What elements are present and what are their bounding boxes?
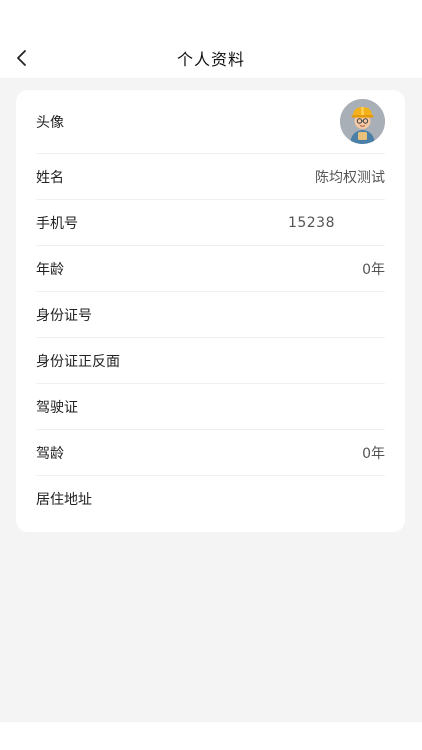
driver-license-label: 驾驶证: [36, 399, 78, 416]
nav-bar: 个人资料: [0, 0, 422, 78]
worker-avatar-icon: [340, 99, 385, 144]
address-label: 居住地址: [36, 492, 92, 508]
age-value: 0年: [362, 261, 385, 278]
age-label: 年龄: [36, 261, 64, 278]
profile-card: 头像 姓名 陈均权测试 手机号 15238 年龄 0年 身份证号 身份证正反面 …: [16, 90, 405, 532]
name-value: 陈均权测试: [315, 169, 385, 186]
phone-value: 15238: [287, 214, 335, 231]
address-row[interactable]: 居住地址: [36, 476, 385, 522]
driving-years-label: 驾龄: [36, 445, 64, 462]
id-card-photos-label: 身份证正反面: [36, 353, 120, 370]
driving-years-row[interactable]: 驾龄 0年: [36, 430, 385, 476]
phone-row[interactable]: 手机号 15238: [36, 200, 385, 246]
phone-label: 手机号: [36, 215, 78, 232]
driving-years-value: 0年: [362, 445, 385, 462]
age-row[interactable]: 年龄 0年: [36, 246, 385, 292]
profile-page: 个人资料 头像 姓名 陈均权测试 手机号 15238 年龄 0年 身份证号 身份…: [0, 0, 422, 750]
avatar-label: 头像: [36, 114, 64, 131]
id-number-label: 身份证号: [36, 307, 92, 324]
avatar-row[interactable]: 头像: [36, 90, 385, 154]
avatar[interactable]: [340, 99, 385, 144]
name-label: 姓名: [36, 169, 64, 186]
id-number-row[interactable]: 身份证号: [36, 292, 385, 338]
name-row[interactable]: 姓名 陈均权测试: [36, 154, 385, 200]
id-card-photos-row[interactable]: 身份证正反面: [36, 338, 385, 384]
bottom-strip: [0, 722, 422, 750]
driver-license-row[interactable]: 驾驶证: [36, 384, 385, 430]
page-title: 个人资料: [176, 50, 245, 69]
